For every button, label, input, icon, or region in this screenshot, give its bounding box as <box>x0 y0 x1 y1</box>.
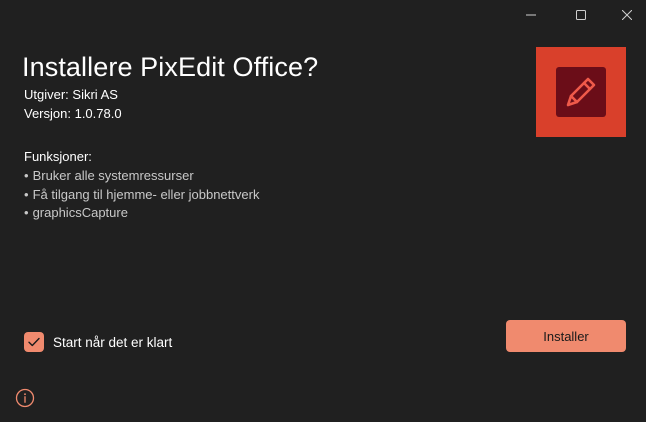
minimize-button[interactable] <box>508 0 554 30</box>
app-logo-inner <box>556 67 606 117</box>
close-icon <box>622 10 632 20</box>
feature-text: Bruker alle systemressurser <box>32 168 194 183</box>
launch-when-ready-label[interactable]: Start når det er klart <box>53 335 172 350</box>
pencil-icon <box>566 77 596 107</box>
maximize-icon <box>576 10 586 20</box>
features-list: • Bruker alle systemressurser • Få tilgang… <box>24 167 259 223</box>
info-icon <box>15 388 35 408</box>
minimize-icon <box>526 14 536 16</box>
launch-when-ready-option[interactable]: Start når det er klart <box>24 332 172 352</box>
bullet: • <box>24 186 29 202</box>
installer-window: Installere PixEdit Office? Utgiver: Sikr… <box>0 0 646 422</box>
feature-text: Få tilgang til hjemme- eller jobbnettver… <box>32 186 260 202</box>
list-item: • Bruker alle systemressurser <box>24 167 259 186</box>
close-button[interactable] <box>604 0 646 30</box>
launch-when-ready-checkbox[interactable] <box>24 332 44 352</box>
publisher-text: Utgiver: Sikri AS <box>24 87 118 102</box>
maximize-button[interactable] <box>558 0 604 30</box>
features-heading: Funksjoner: <box>24 149 92 164</box>
bullet: • <box>24 168 29 183</box>
bullet: • <box>24 205 29 220</box>
list-item: • Få tilgang til hjemme- eller jobbnettve… <box>24 186 259 205</box>
checkmark-icon <box>28 337 40 347</box>
app-logo <box>536 47 626 137</box>
feature-text: graphicsCapture <box>32 205 128 220</box>
install-button[interactable]: Installer <box>506 320 626 352</box>
version-text: Versjon: 1.0.78.0 <box>24 106 122 121</box>
page-title: Installere PixEdit Office? <box>22 52 319 82</box>
list-item: • graphicsCapture <box>24 204 259 223</box>
info-button[interactable] <box>15 388 35 408</box>
